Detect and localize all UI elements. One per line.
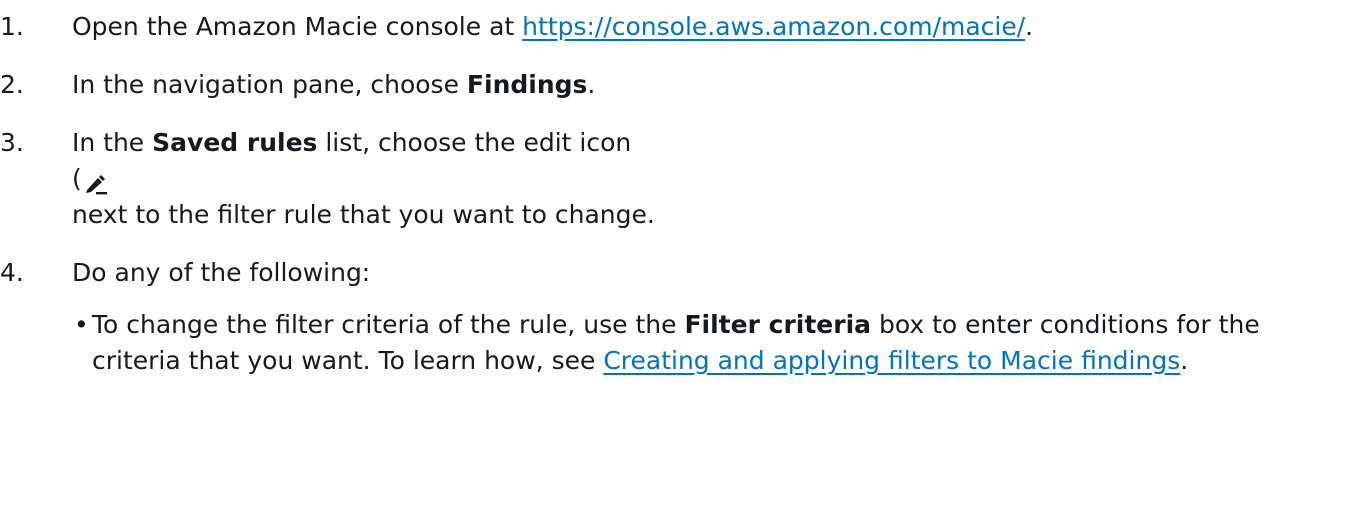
bullet-dot: • [74,310,89,339]
saved-rules-label: Saved rules [152,128,318,157]
bullet-text-end: . [1180,346,1189,375]
step-text: In the [72,128,153,157]
icon-line: ( [72,161,1353,197]
bullet-list: • To change the filter criteria of the r… [72,307,1353,379]
step-number: 3. [0,128,24,157]
bullet-item: • To change the filter criteria of the r… [72,307,1353,379]
creating-filters-link[interactable]: Creating and applying filters to Macie f… [603,346,1180,375]
step-text: Open the Amazon Macie console at [72,12,523,41]
step-number: 2. [0,70,24,99]
step-text-mid: list, choose the edit icon [317,128,632,157]
step-number: 4. [0,258,24,287]
step-text-end: next to the filter rule that you want to… [72,200,655,229]
open-paren: ( [72,164,82,193]
edit-icon [83,169,109,195]
findings-label: Findings [466,70,588,99]
procedure-steps: 1. Open the Amazon Macie console at http… [0,9,1353,379]
step-text-end: . [587,70,596,99]
step-text: In the navigation pane, choose [72,70,467,99]
filter-criteria-label: Filter criteria [684,310,872,339]
bullet-text: To change the filter criteria of the rul… [92,310,685,339]
step-text: Do any of the following: [72,258,371,287]
step-4: 4. Do any of the following: • To change … [0,255,1353,379]
step-text-end: . [1025,12,1034,41]
step-3: 3. In the Saved rules list, choose the e… [0,125,1353,233]
macie-console-link[interactable]: https://console.aws.amazon.com/macie/ [522,12,1025,41]
step-number: 1. [0,12,24,41]
step-1: 1. Open the Amazon Macie console at http… [0,9,1353,45]
step-2: 2. In the navigation pane, choose Findin… [0,67,1353,103]
